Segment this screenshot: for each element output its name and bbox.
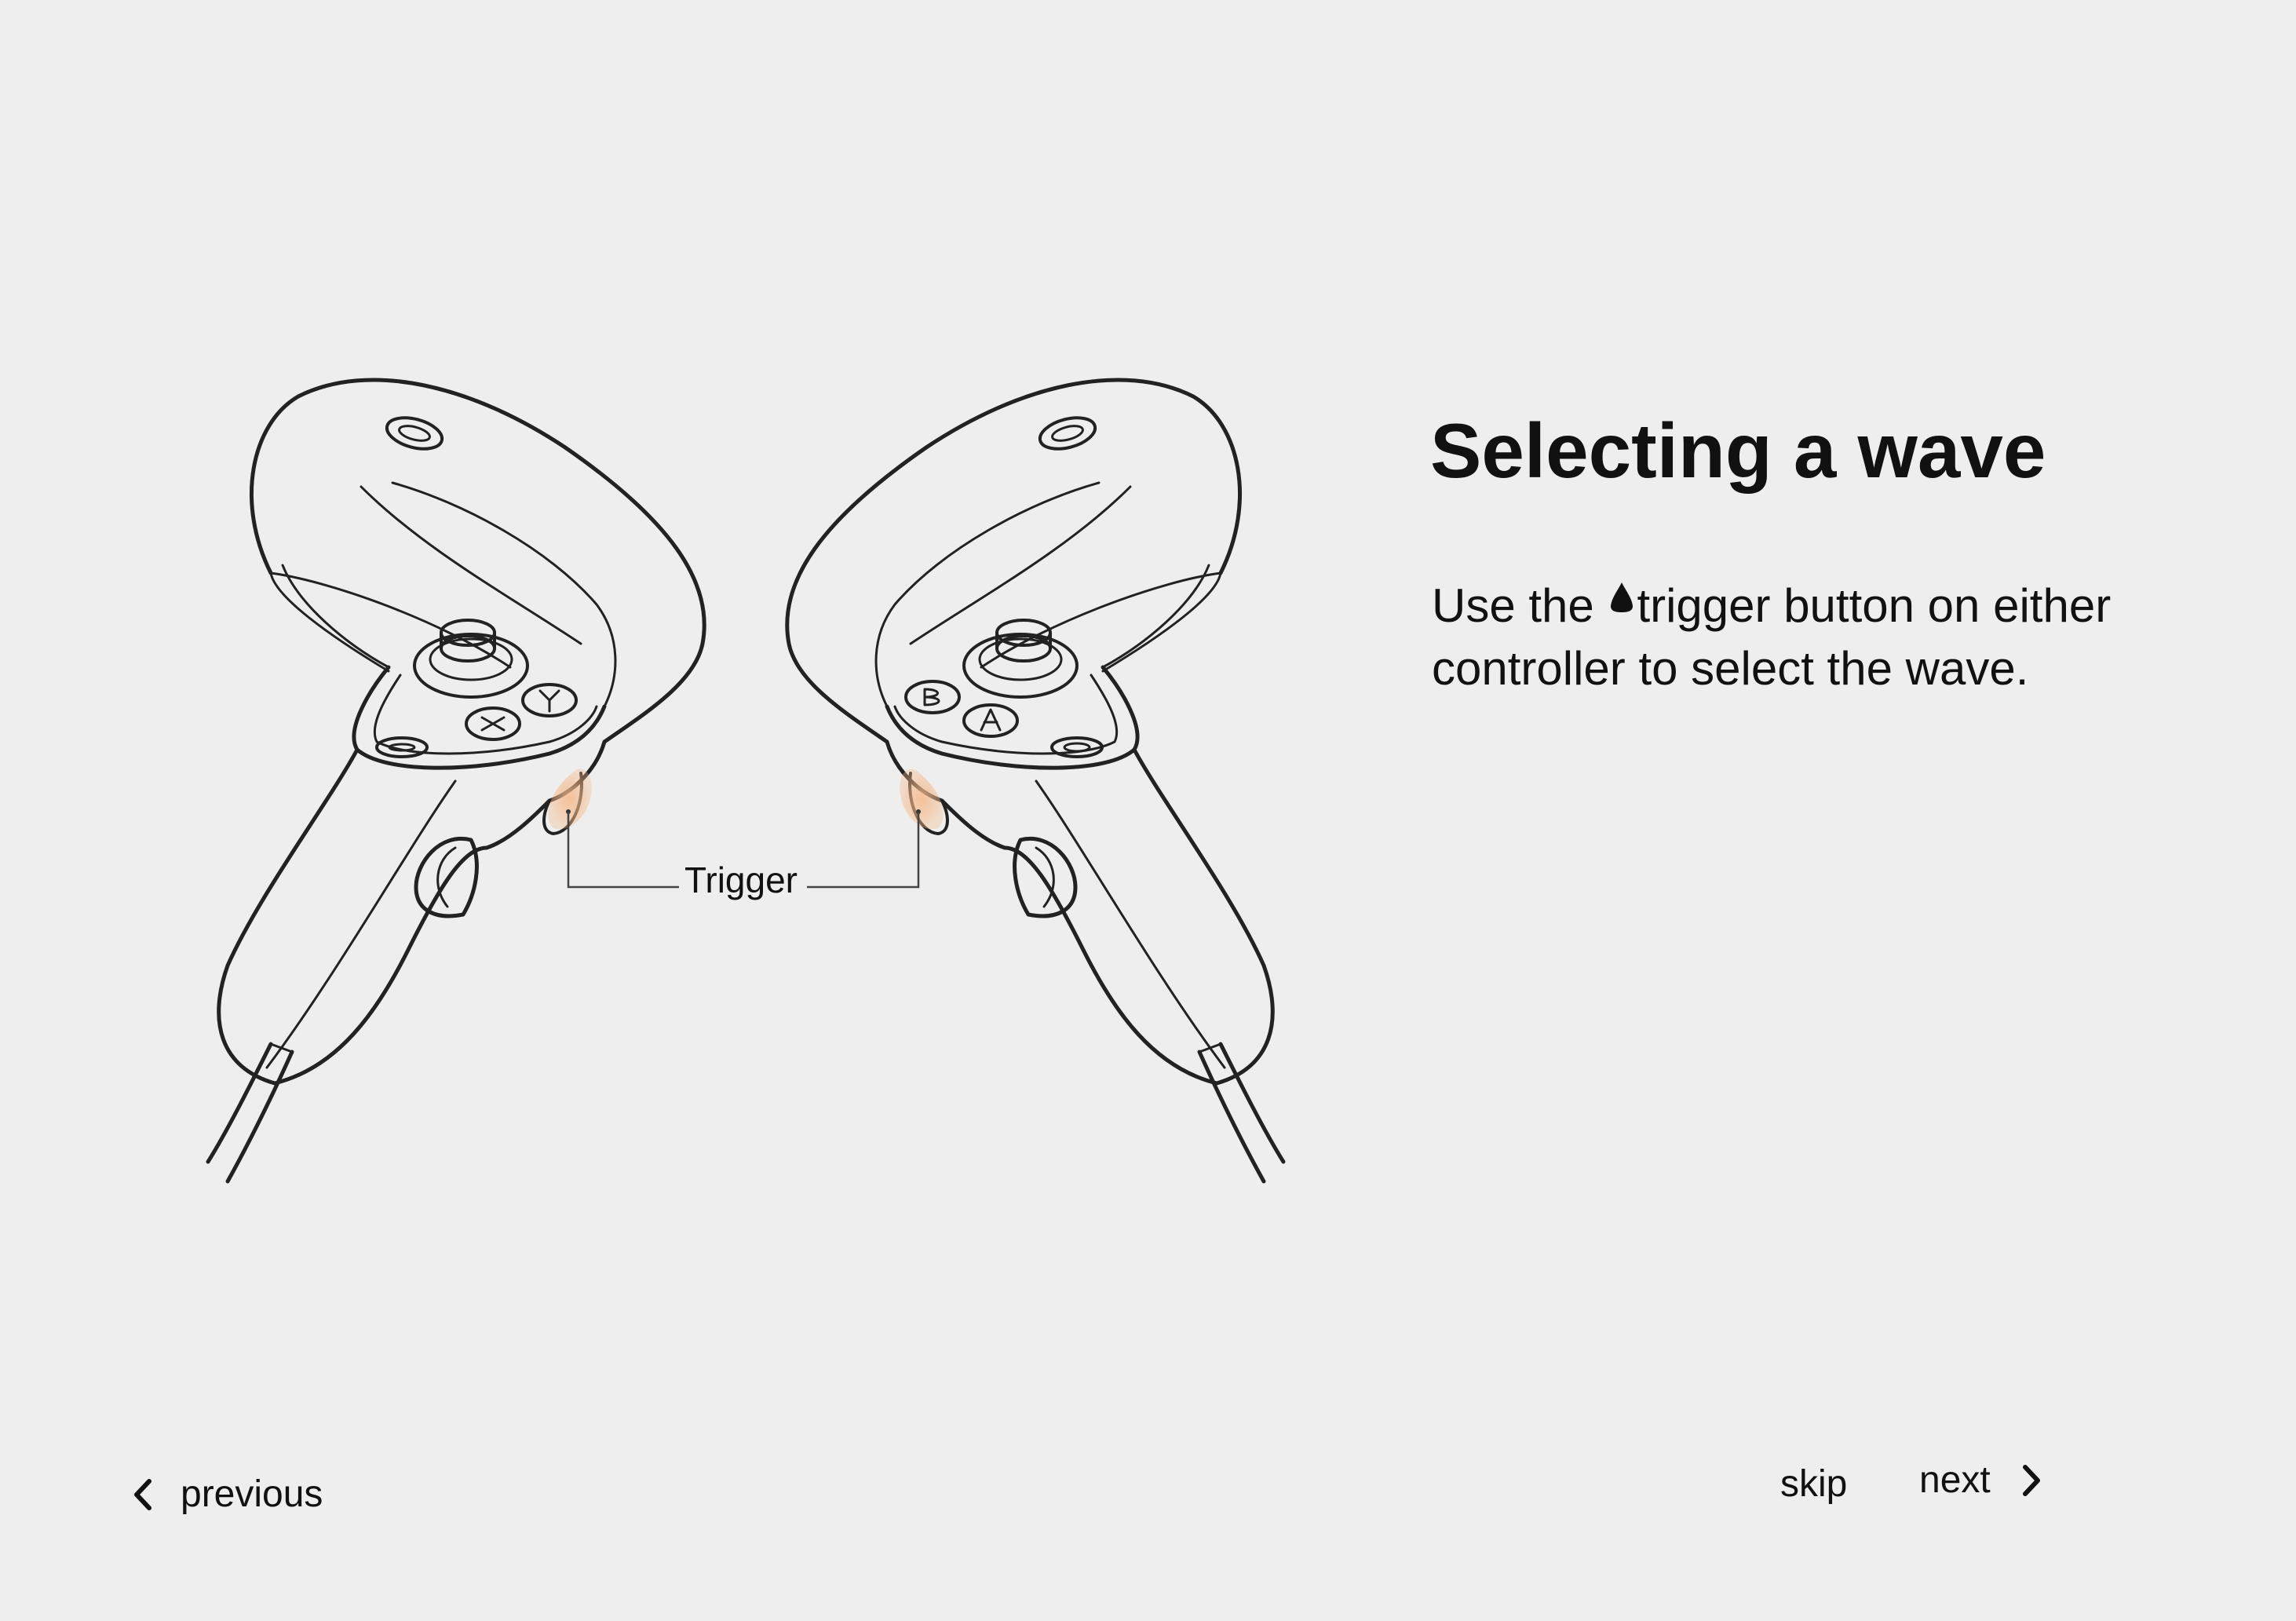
- next-button[interactable]: next: [1919, 1459, 2042, 1502]
- trigger-callout-label: Trigger: [684, 860, 798, 900]
- next-label: next: [1919, 1459, 1991, 1501]
- page-title: Selecting a wave: [1430, 407, 2046, 494]
- trigger-icon: [1611, 582, 1633, 612]
- chevron-right-icon: [2022, 1464, 2040, 1496]
- previous-button[interactable]: previous: [132, 1473, 323, 1516]
- skip-button[interactable]: skip: [1780, 1462, 1847, 1506]
- left-trigger-highlight: [548, 769, 592, 830]
- instructions-text: Use the trigger button on either control…: [1432, 575, 2201, 700]
- right-trigger-highlight: [900, 769, 944, 830]
- controllers-illustration: [0, 0, 1334, 1334]
- chevron-left-icon: [134, 1478, 151, 1510]
- previous-label: previous: [181, 1473, 323, 1515]
- skip-label: skip: [1780, 1463, 1848, 1505]
- right-controller: [785, 378, 1286, 1184]
- instructions-prefix: Use the: [1432, 579, 1608, 632]
- left-controller: [206, 378, 706, 1184]
